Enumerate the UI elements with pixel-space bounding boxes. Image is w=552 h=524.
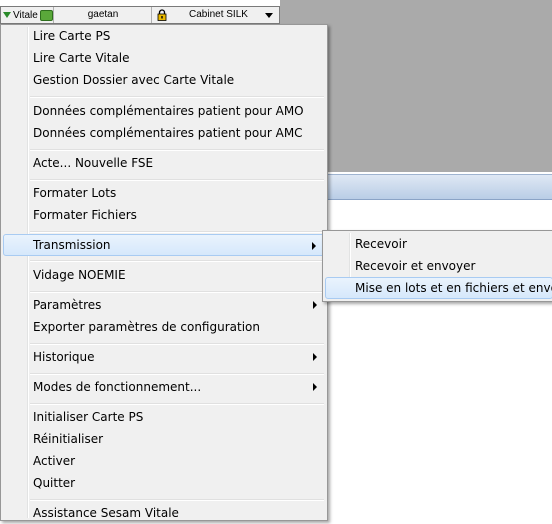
menu-item-label: Vidage NOEMIE [33,268,126,282]
vitale-dropdown-menu: Lire Carte PS Lire Carte Vitale Gestion … [0,24,328,521]
menu-item-label: Réinitialiser [33,432,104,446]
submenu-item-recevoir-et-envoyer[interactable]: Recevoir et envoyer [325,255,552,277]
menu-item-parametres[interactable]: Paramètres [3,294,325,316]
menu-item-label: Mise en lots et en fichiers et envoyer [355,281,552,295]
vitale-card-icon [39,9,53,21]
menu-separator [30,403,324,405]
menu-item-activer[interactable]: Activer [3,450,325,472]
menu-item-quitter[interactable]: Quitter [3,472,325,494]
submenu-item-mise-en-lots-envoyer[interactable]: Mise en lots et en fichiers et envoyer [325,277,552,299]
vitale-menu-button[interactable]: Vitale [1,7,54,23]
menu-item-label: Transmission [33,238,111,252]
menu-item-formater-fichiers[interactable]: Formater Fichiers [3,204,325,226]
menu-separator [30,499,324,501]
cabinet-select[interactable]: Cabinet SILK [173,7,279,23]
menu-item-lire-carte-ps[interactable]: Lire Carte PS [3,25,325,47]
menu-item-label: Lire Carte Vitale [33,51,130,65]
submenu-arrow-icon [313,383,317,391]
menu-item-label: Assistance Sesam Vitale [33,506,179,520]
menu-item-vidage-noemie[interactable]: Vidage NOEMIE [3,264,325,286]
cabinet-select-value: Cabinet SILK [189,9,248,20]
menu-item-donnees-amc[interactable]: Données complémentaires patient pour AMC [3,122,325,144]
menu-item-gestion-dossier[interactable]: Gestion Dossier avec Carte Vitale [3,69,325,91]
top-toolbar: Vitale gaetan Cabinet SILK [0,6,280,24]
menu-item-label: Formater Fichiers [33,208,137,222]
menu-item-label: Exporter paramètres de configuration [33,320,260,334]
submenu-arrow-icon [313,301,317,309]
menu-item-label: Données complémentaires patient pour AMC [33,126,303,140]
menu-separator [30,231,324,233]
menu-item-label: Historique [33,350,95,364]
menu-item-reinitialiser[interactable]: Réinitialiser [3,428,325,450]
submenu-arrow-icon [312,242,316,250]
menu-item-initialiser-carte-ps[interactable]: Initialiser Carte PS [3,406,325,428]
menu-item-label: Recevoir et envoyer [355,259,476,273]
menu-item-label: Paramètres [33,298,102,312]
menu-item-nouvelle-fse[interactable]: Acte... Nouvelle FSE [3,152,325,174]
menu-item-modes-fonctionnement[interactable]: Modes de fonctionnement... [3,376,325,398]
menu-item-formater-lots[interactable]: Formater Lots [3,182,325,204]
vitale-button-label: Vitale [13,9,38,21]
menu-item-donnees-amo[interactable]: Données complémentaires patient pour AMO [3,100,325,122]
menu-item-label: Quitter [33,476,76,490]
menu-item-label: Données complémentaires patient pour AMO [33,104,304,118]
menu-separator [30,373,324,375]
submenu-arrow-icon [313,353,317,361]
menu-item-exporter-parametres[interactable]: Exporter paramètres de configuration [3,316,325,338]
menu-item-label: Recevoir [355,237,407,251]
menu-item-label: Acte... Nouvelle FSE [33,156,154,170]
user-field[interactable]: gaetan [55,7,152,23]
menu-separator [30,96,324,98]
dropdown-arrow-icon [3,12,11,18]
menu-separator [30,179,324,181]
menu-item-label: Modes de fonctionnement... [33,380,202,394]
lock-icon [157,9,167,21]
menu-item-label: Gestion Dossier avec Carte Vitale [33,73,235,87]
chevron-down-icon [265,13,273,18]
menu-item-label: Formater Lots [33,186,117,200]
menu-item-transmission[interactable]: Transmission [3,234,325,256]
menu-item-label: Initialiser Carte PS [33,410,144,424]
menu-separator [30,291,324,293]
menu-item-label: Activer [33,454,76,468]
transmission-submenu: Recevoir Recevoir et envoyer Mise en lot… [322,230,552,302]
menu-separator [30,260,324,262]
menu-item-label: Lire Carte PS [33,29,111,43]
menu-item-historique[interactable]: Historique [3,346,325,368]
menu-separator [30,149,324,151]
menu-separator [30,343,324,345]
submenu-item-recevoir[interactable]: Recevoir [325,233,552,255]
menu-item-lire-carte-vitale[interactable]: Lire Carte Vitale [3,47,325,69]
